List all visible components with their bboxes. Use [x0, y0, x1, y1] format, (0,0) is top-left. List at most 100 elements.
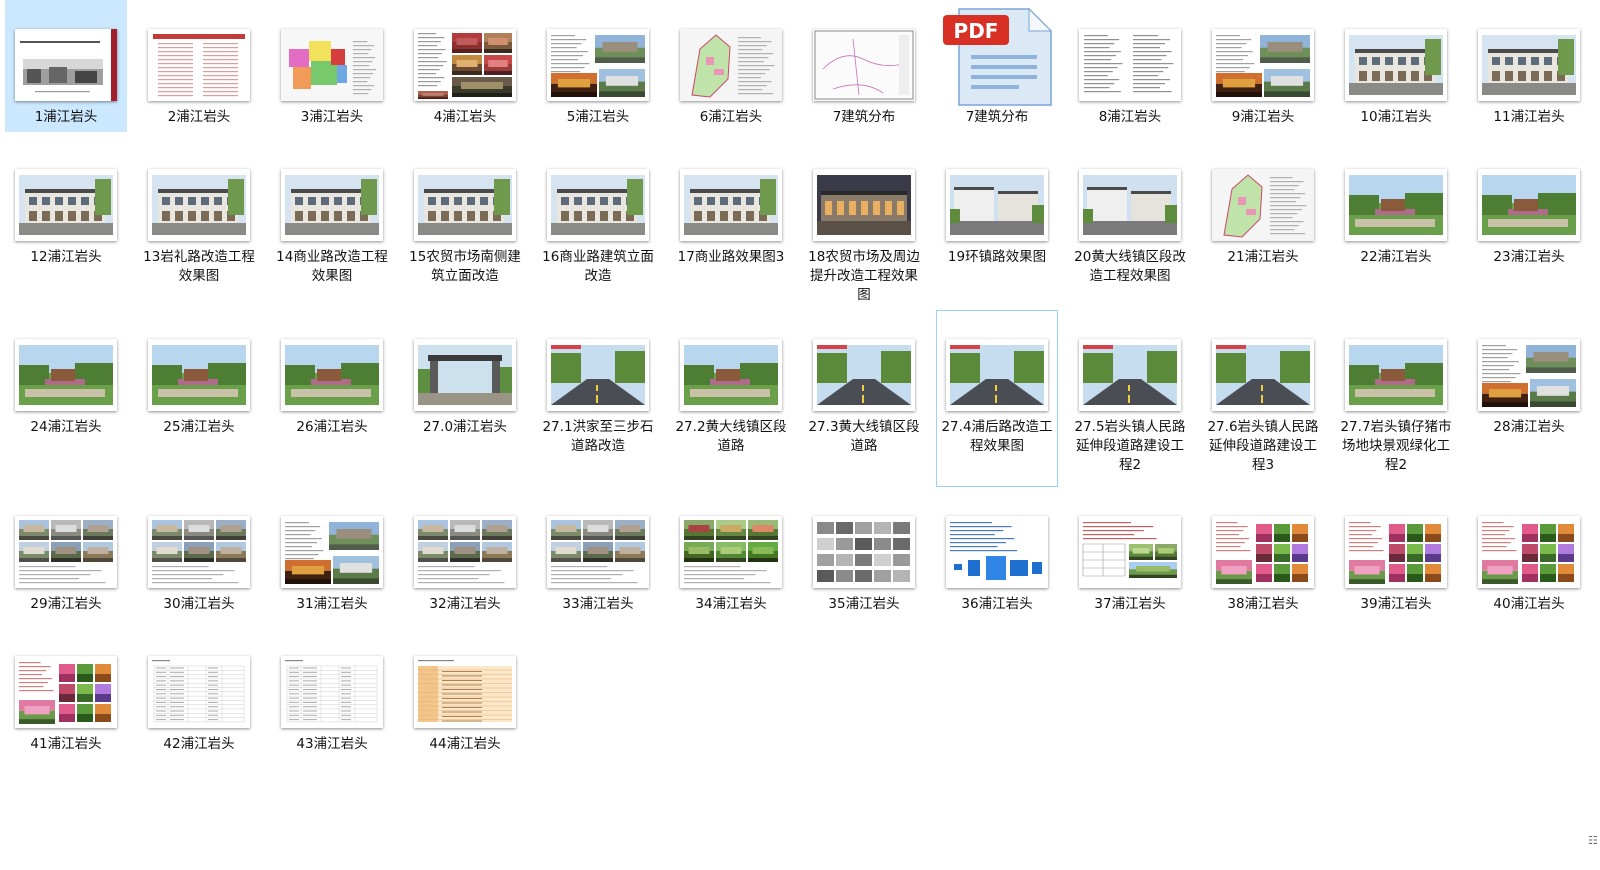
file-name-label: 36浦江岩头: [961, 596, 1033, 612]
file-name-label: 42浦江岩头: [163, 736, 235, 752]
file-item[interactable]: 5浦江岩头: [537, 0, 659, 132]
file-thumbnail: [148, 169, 250, 241]
file-item[interactable]: 27.1洪家至三步石道路改造: [537, 310, 659, 487]
file-thumbnail: [1345, 516, 1447, 588]
file-item[interactable]: 14商业路改造工程效果图: [271, 140, 393, 310]
file-item[interactable]: 28浦江岩头: [1468, 310, 1590, 487]
file-item[interactable]: 27.6岩头镇人民路延伸段道路建设工程3: [1202, 310, 1324, 487]
file-name-label: 23浦江岩头: [1493, 249, 1565, 265]
file-name-label: 37浦江岩头: [1094, 596, 1166, 612]
file-thumbnail: [281, 169, 383, 241]
file-name-label: 21浦江岩头: [1227, 249, 1299, 265]
file-thumbnail: [15, 516, 117, 588]
file-item[interactable]: 16商业路建筑立面改造: [537, 140, 659, 310]
file-item[interactable]: 4浦江岩头: [404, 0, 526, 132]
file-item[interactable]: 40浦江岩头: [1468, 487, 1590, 627]
file-name-label: 4浦江岩头: [433, 109, 497, 125]
file-thumbnail: [680, 29, 782, 101]
file-name-label: 27.3黄大线镇区段道路: [808, 419, 920, 454]
file-item[interactable]: 27.2黄大线镇区段道路: [670, 310, 792, 487]
file-item[interactable]: 25浦江岩头: [138, 310, 260, 487]
file-name-label: 27.6岩头镇人民路延伸段道路建设工程3: [1207, 419, 1319, 473]
file-item[interactable]: 30浦江岩头: [138, 487, 260, 627]
file-name-label: 14商业路改造工程效果图: [276, 249, 388, 284]
file-item[interactable]: 21浦江岩头: [1202, 140, 1324, 310]
file-thumbnail: [414, 29, 516, 101]
file-item[interactable]: 17商业路效果图3: [670, 140, 792, 310]
file-name-label: 33浦江岩头: [562, 596, 634, 612]
file-name-label: 30浦江岩头: [163, 596, 235, 612]
file-item[interactable]: 35浦江岩头: [803, 487, 925, 627]
file-thumbnail: [547, 339, 649, 411]
file-item[interactable]: 33浦江岩头: [537, 487, 659, 627]
file-item[interactable]: 7建筑分布: [803, 0, 925, 132]
file-thumbnail: [15, 169, 117, 241]
file-name-label: 24浦江岩头: [30, 419, 102, 435]
file-thumbnail: [547, 169, 649, 241]
file-item[interactable]: 1浦江岩头: [5, 0, 127, 132]
file-item[interactable]: 38浦江岩头: [1202, 487, 1324, 627]
file-thumbnail: [680, 339, 782, 411]
file-item[interactable]: 29浦江岩头: [5, 487, 127, 627]
file-item[interactable]: 13岩礼路改造工程效果图: [138, 140, 260, 310]
file-item[interactable]: 27.4浦后路改造工程效果图: [936, 310, 1058, 487]
file-item[interactable]: 36浦江岩头: [936, 487, 1058, 627]
file-item[interactable]: 6浦江岩头: [670, 0, 792, 132]
file-item[interactable]: 42浦江岩头: [138, 627, 260, 767]
file-item[interactable]: 27.5岩头镇人民路延伸段道路建设工程2: [1069, 310, 1191, 487]
file-name-label: 22浦江岩头: [1360, 249, 1432, 265]
svg-text:PDF: PDF: [954, 19, 999, 43]
file-item[interactable]: 41浦江岩头: [5, 627, 127, 767]
file-item[interactable]: 2浦江岩头: [138, 0, 260, 132]
file-name-label: 20黄大线镇区段改造工程效果图: [1074, 249, 1186, 284]
file-thumbnail: [1478, 29, 1580, 101]
file-item[interactable]: 11浦江岩头: [1468, 0, 1590, 132]
view-toggle-icon[interactable]: ☷: [1588, 834, 1600, 848]
file-item[interactable]: 27.3黄大线镇区段道路: [803, 310, 925, 487]
file-item[interactable]: 34浦江岩头: [670, 487, 792, 627]
file-thumbnail: [148, 339, 250, 411]
file-item[interactable]: 39浦江岩头: [1335, 487, 1457, 627]
file-item[interactable]: 10浦江岩头: [1335, 0, 1457, 132]
file-item[interactable]: PDF 7建筑分布: [936, 0, 1058, 132]
file-thumbnail: [680, 516, 782, 588]
file-item[interactable]: 8浦江岩头: [1069, 0, 1191, 132]
file-name-label: 34浦江岩头: [695, 596, 767, 612]
file-thumbnail: [547, 516, 649, 588]
file-thumbnail: [1478, 516, 1580, 588]
file-item[interactable]: 37浦江岩头: [1069, 487, 1191, 627]
file-name-label: 3浦江岩头: [300, 109, 364, 125]
file-name-label: 13岩礼路改造工程效果图: [143, 249, 255, 284]
file-thumbnail: [414, 656, 516, 728]
file-thumbnail: [414, 516, 516, 588]
file-item[interactable]: 44浦江岩头: [404, 627, 526, 767]
file-item[interactable]: 18农贸市场及周边提升改造工程效果图: [803, 140, 925, 310]
file-item[interactable]: 32浦江岩头: [404, 487, 526, 627]
file-item[interactable]: 15农贸市场南侧建筑立面改造: [404, 140, 526, 310]
file-name-label: 35浦江岩头: [828, 596, 900, 612]
file-item[interactable]: 22浦江岩头: [1335, 140, 1457, 310]
file-item[interactable]: 27.7岩头镇仔猪市场地块景观绿化工程2: [1335, 310, 1457, 487]
file-thumbnail: [1345, 169, 1447, 241]
file-thumbnail: [813, 29, 915, 101]
file-thumbnail: [1079, 169, 1181, 241]
file-thumbnail: [15, 29, 117, 101]
file-item[interactable]: 12浦江岩头: [5, 140, 127, 310]
file-name-label: 27.7岩头镇仔猪市场地块景观绿化工程2: [1340, 419, 1452, 473]
file-item[interactable]: 20黄大线镇区段改造工程效果图: [1069, 140, 1191, 310]
file-item[interactable]: 26浦江岩头: [271, 310, 393, 487]
file-thumbnail: [1079, 516, 1181, 588]
file-thumbnail: [946, 339, 1048, 411]
file-item[interactable]: 23浦江岩头: [1468, 140, 1590, 310]
file-name-label: 39浦江岩头: [1360, 596, 1432, 612]
file-item[interactable]: 9浦江岩头: [1202, 0, 1324, 132]
file-item[interactable]: 19环镇路效果图: [936, 140, 1058, 310]
file-thumbnail: [1079, 339, 1181, 411]
file-item[interactable]: 3浦江岩头: [271, 0, 393, 132]
file-item[interactable]: 27.0浦江岩头: [404, 310, 526, 487]
file-name-label: 44浦江岩头: [429, 736, 501, 752]
file-item[interactable]: 43浦江岩头: [271, 627, 393, 767]
file-thumbnail: [281, 516, 383, 588]
file-item[interactable]: 24浦江岩头: [5, 310, 127, 487]
file-item[interactable]: 31浦江岩头: [271, 487, 393, 627]
